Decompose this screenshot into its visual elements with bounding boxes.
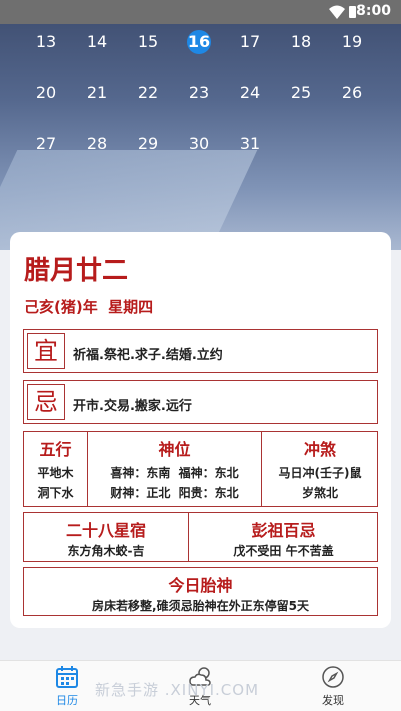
yi-text: 祈福.祭祀.求子.结婚.立约 (73, 348, 223, 363)
yi-glyph: 宜 (27, 333, 65, 369)
taishen-text: 房床若移整,碓须忌胎神在外正东停留5天 (92, 599, 309, 613)
week-row: 27 28 29 30 31 (0, 130, 401, 170)
watermark: 新急手游 .XINYI.COM (95, 681, 260, 699)
compass-icon (322, 666, 344, 688)
calendar-day[interactable]: 31 (230, 130, 270, 158)
status-time: 8:00 (356, 3, 391, 19)
pengzu-cell: 彭祖百忌 戊不受田 午不苦盖 (189, 513, 378, 561)
calendar-day[interactable]: 30 (179, 130, 219, 158)
info-table-2: 二十八星宿 东方角木蛟-吉 彭祖百忌 戊不受田 午不苦盖 (23, 512, 378, 562)
xingsu-title: 二十八星宿 (65, 521, 146, 540)
almanac-card: 腊月廿二 己亥(猪)年 星期四 宜 祈福.祭祀.求子.结婚.立约 忌 开市.交易… (10, 232, 391, 628)
tab-label: 发现 (322, 694, 344, 707)
calendar-day[interactable]: 27 (26, 130, 66, 158)
taishen-title: 今日胎神 (168, 576, 233, 595)
wuxing-title: 五行 (39, 440, 72, 459)
wuxing-line: 洞下水 (37, 486, 74, 500)
pengzu-title: 彭祖百忌 (251, 521, 316, 540)
wuxing-line: 平地木 (37, 466, 74, 480)
taishen-box: 今日胎神 房床若移整,碓须忌胎神在外正东停留5天 (23, 567, 378, 616)
ji-box: 忌 开市.交易.搬家.远行 (23, 380, 378, 424)
battery-icon (349, 6, 356, 18)
week-row: 13 14 15 16 17 18 19 (0, 28, 401, 68)
calendar-day[interactable]: 15 (128, 28, 168, 56)
wifi-icon (329, 5, 345, 19)
shenwei-line: 财神：正北 阳贵：东北 (110, 486, 239, 500)
xingsu-cell: 二十八星宿 东方角木蛟-吉 (24, 513, 188, 561)
chongsha-line: 马日冲(壬子)鼠 (278, 466, 362, 480)
lunar-date: 腊月廿二 (24, 256, 129, 286)
week-row: 20 21 22 23 24 25 26 (0, 79, 401, 119)
calendar-day[interactable]: 23 (179, 79, 219, 107)
pengzu-text: 戊不受田 午不苦盖 (233, 544, 334, 558)
shenwei-title: 神位 (158, 440, 191, 459)
shenwei-cell: 神位 喜神：东南 福神：东北 财神：正北 阳贵：东北 (88, 432, 261, 506)
calendar-day[interactable]: 28 (77, 130, 117, 158)
yi-box: 宜 祈福.祭祀.求子.结婚.立约 (23, 329, 378, 373)
today-marker: 16 (187, 30, 211, 54)
ji-glyph: 忌 (27, 384, 65, 420)
calendar-day[interactable]: 17 (230, 28, 270, 56)
calendar-day[interactable]: 22 (128, 79, 168, 107)
ji-text: 开市.交易.搬家.远行 (73, 399, 192, 414)
calendar-day[interactable]: 29 (128, 130, 168, 158)
chongsha-title: 冲煞 (303, 440, 336, 459)
calendar-day[interactable]: 13 (26, 28, 66, 56)
info-table: 五行 平地木洞下水 神位 喜神：东南 福神：东北 财神：正北 阳贵：东北 冲煞 马… (23, 431, 378, 507)
calendar-day[interactable]: 20 (26, 79, 66, 107)
status-bar: 8:00 (0, 0, 401, 24)
calendar-day-today[interactable]: 16 (179, 28, 219, 56)
xingsu-text: 东方角木蛟-吉 (67, 544, 145, 558)
calendar-icon (56, 666, 78, 688)
tab-discover[interactable]: 发现 (293, 661, 373, 711)
chongsha-cell: 冲煞 马日冲(壬子)鼠 岁煞北 (262, 432, 378, 506)
calendar-day[interactable]: 25 (281, 79, 321, 107)
calendar-day[interactable]: 21 (77, 79, 117, 107)
chongsha-line: 岁煞北 (301, 486, 338, 500)
shenwei-line: 喜神：东南 福神：东北 (110, 466, 239, 480)
taishen-cell: 今日胎神 房床若移整,碓须忌胎神在外正东停留5天 (24, 568, 377, 615)
ganzhi-weekday: 己亥(猪)年 星期四 (24, 298, 154, 316)
calendar-day[interactable]: 26 (332, 79, 372, 107)
wuxing-cell: 五行 平地木 洞下水 (24, 432, 87, 506)
calendar-day[interactable]: 14 (77, 28, 117, 56)
calendar-day[interactable]: 19 (332, 28, 372, 56)
calendar-day[interactable]: 24 (230, 79, 270, 107)
calendar-day[interactable]: 18 (281, 28, 321, 56)
